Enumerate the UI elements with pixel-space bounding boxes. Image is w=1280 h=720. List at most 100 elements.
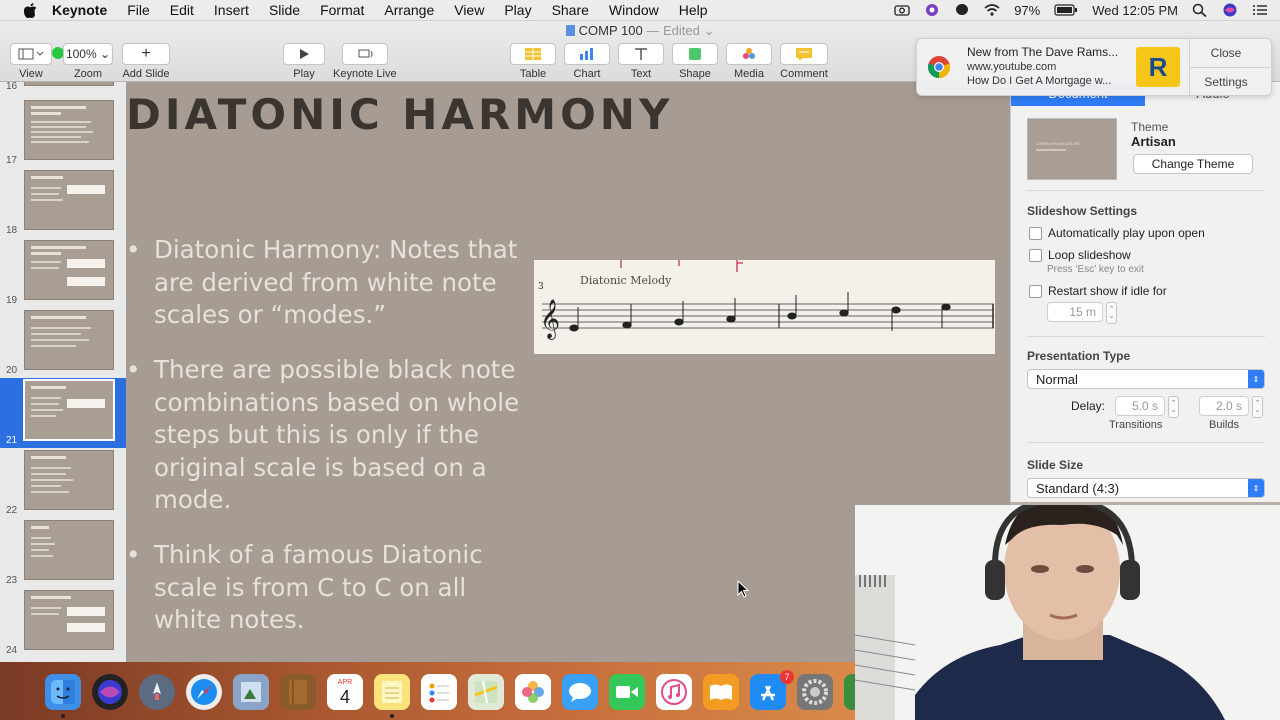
- siri-icon[interactable]: [92, 674, 128, 710]
- loop-hint: Press ‘Esc’ key to exit: [1047, 264, 1144, 275]
- change-theme-button[interactable]: Change Theme: [1133, 154, 1253, 174]
- battery-icon[interactable]: [1054, 3, 1078, 17]
- chrome-notification[interactable]: New from The Dave Rams... www.youtube.co…: [916, 38, 1272, 96]
- camera-icon[interactable]: [894, 3, 910, 17]
- books-icon[interactable]: [703, 674, 739, 710]
- launchpad-icon[interactable]: [139, 674, 175, 710]
- system-preferences-icon[interactable]: [797, 674, 833, 710]
- preview-icon[interactable]: [233, 674, 269, 710]
- menubar-clock[interactable]: Wed 12:05 PM: [1092, 3, 1178, 18]
- chat-bubble-icon[interactable]: [954, 3, 970, 17]
- zoom-label: Zoom: [73, 68, 103, 80]
- media-button[interactable]: Media: [726, 43, 772, 80]
- shape-button[interactable]: Shape: [672, 43, 718, 80]
- keynote-live-button[interactable]: Keynote Live: [333, 43, 397, 80]
- title-chevron-icon[interactable]: ⌄: [700, 23, 714, 38]
- menu-keynote[interactable]: Keynote: [52, 2, 107, 18]
- notebook-icon[interactable]: [280, 674, 316, 710]
- safari-icon[interactable]: [186, 674, 222, 710]
- view-label: View: [19, 68, 43, 80]
- auto-play-checkbox[interactable]: [1029, 227, 1042, 241]
- text-button[interactable]: Text: [618, 43, 664, 80]
- menu-insert[interactable]: Insert: [214, 2, 249, 18]
- messages-icon[interactable]: [562, 674, 598, 710]
- idle-time-field[interactable]: 15 m: [1047, 302, 1103, 322]
- notification-source: www.youtube.com: [967, 61, 1057, 73]
- slide-thumbnail[interactable]: 23: [0, 518, 126, 588]
- view-button[interactable]: View: [10, 43, 52, 80]
- slide-thumbnail[interactable]: 22: [0, 448, 126, 518]
- select-arrows-icon: ⇕: [1248, 370, 1264, 388]
- chart-button[interactable]: Chart: [564, 43, 610, 80]
- presentation-type-value: Normal: [1036, 371, 1078, 387]
- menu-play[interactable]: Play: [504, 2, 531, 18]
- restart-option[interactable]: Restart show if idle for: [1029, 284, 1167, 299]
- loop-checkbox[interactable]: [1029, 249, 1042, 263]
- maps-icon[interactable]: [468, 674, 504, 710]
- bullet-dot: •: [126, 235, 141, 264]
- menu-format[interactable]: Format: [320, 2, 364, 18]
- bullet-item[interactable]: • Think of a famous Diatonic scale is fr…: [126, 539, 534, 637]
- slide-thumbnail[interactable]: 18: [0, 168, 126, 238]
- slide-size-heading: Slide Size: [1027, 458, 1084, 472]
- transitions-delay-stepper[interactable]: ⌃ ⌄: [1168, 396, 1179, 418]
- chart-icon: [564, 43, 610, 65]
- notification-close-button[interactable]: Close: [1190, 46, 1262, 60]
- slide-thumbnail[interactable]: 16: [0, 82, 126, 94]
- notification-center-icon[interactable]: [1252, 3, 1268, 17]
- idle-time-stepper[interactable]: ⌃ ⌄: [1106, 302, 1117, 324]
- app-store-badge: 7: [780, 670, 794, 684]
- slide-thumbnail[interactable]: 17: [0, 98, 126, 168]
- menu-help[interactable]: Help: [679, 2, 708, 18]
- wifi-icon[interactable]: [984, 3, 1000, 17]
- slide-thumbnail[interactable]: 19: [0, 238, 126, 308]
- slide-thumbnail[interactable]: 20: [0, 308, 126, 378]
- spotlight-search-icon[interactable]: [1192, 3, 1208, 18]
- notification-settings-button[interactable]: Settings: [1190, 75, 1262, 89]
- slide-title[interactable]: DIATONIC HARMONY: [126, 90, 673, 139]
- facetime-icon[interactable]: [609, 674, 645, 710]
- siri-icon[interactable]: [1222, 3, 1238, 17]
- apple-menu-icon[interactable]: [22, 2, 38, 18]
- screen-recorder-icon[interactable]: [924, 3, 940, 17]
- finder-icon[interactable]: [45, 674, 81, 710]
- loop-option[interactable]: Loop slideshow: [1029, 248, 1131, 263]
- bullet-item[interactable]: • There are possible black note combinat…: [126, 354, 534, 517]
- add-slide-label: Add Slide: [122, 68, 170, 80]
- slide-number: 22: [6, 505, 18, 516]
- builds-delay-stepper[interactable]: ⌃ ⌄: [1252, 396, 1263, 418]
- photos-icon[interactable]: [515, 674, 551, 710]
- battery-percent: 97%: [1014, 2, 1041, 18]
- menu-edit[interactable]: Edit: [170, 2, 194, 18]
- itunes-icon[interactable]: [656, 674, 692, 710]
- slide-size-select[interactable]: Standard (4:3) ⇕: [1027, 478, 1265, 498]
- comment-button[interactable]: Comment: [780, 43, 828, 80]
- calendar-icon[interactable]: APR 4: [327, 674, 363, 710]
- reminders-icon[interactable]: [421, 674, 457, 710]
- play-button[interactable]: Play: [283, 43, 325, 80]
- partial-dock-icon[interactable]: [844, 674, 855, 710]
- transitions-delay-field[interactable]: 5.0 s: [1115, 396, 1165, 416]
- menu-slide[interactable]: Slide: [269, 2, 300, 18]
- slide-thumbnail-selected[interactable]: 21: [0, 378, 126, 448]
- theme-thumbnail: LOREM IPSUM DOLOR: [1027, 118, 1117, 180]
- theme-name: Artisan: [1131, 134, 1176, 149]
- menu-arrange[interactable]: Arrange: [384, 2, 434, 18]
- presentation-type-select[interactable]: Normal ⇕: [1027, 369, 1265, 389]
- menu-view[interactable]: View: [454, 2, 484, 18]
- add-slide-button[interactable]: + Add Slide: [122, 43, 170, 80]
- table-button[interactable]: Table: [510, 43, 556, 80]
- restart-checkbox[interactable]: [1029, 285, 1042, 299]
- bullet-text: There are possible black note combinatio…: [154, 355, 520, 514]
- builds-delay-field[interactable]: 2.0 s: [1199, 396, 1249, 416]
- menu-share[interactable]: Share: [552, 2, 589, 18]
- bullet-item[interactable]: • Diatonic Harmony: Notes that are deriv…: [126, 234, 534, 332]
- auto-play-option[interactable]: Automatically play upon open: [1029, 226, 1205, 241]
- zoom-button[interactable]: 100% ⌄ Zoom: [63, 43, 113, 80]
- menu-window[interactable]: Window: [609, 2, 659, 18]
- menu-file[interactable]: File: [127, 2, 150, 18]
- music-score-image[interactable]: Diatonic Melody 3 𝄞: [534, 260, 995, 354]
- slide-thumbnail-image: [24, 100, 114, 160]
- notes-icon[interactable]: [374, 674, 410, 710]
- slide-thumbnail[interactable]: 24: [0, 588, 126, 658]
